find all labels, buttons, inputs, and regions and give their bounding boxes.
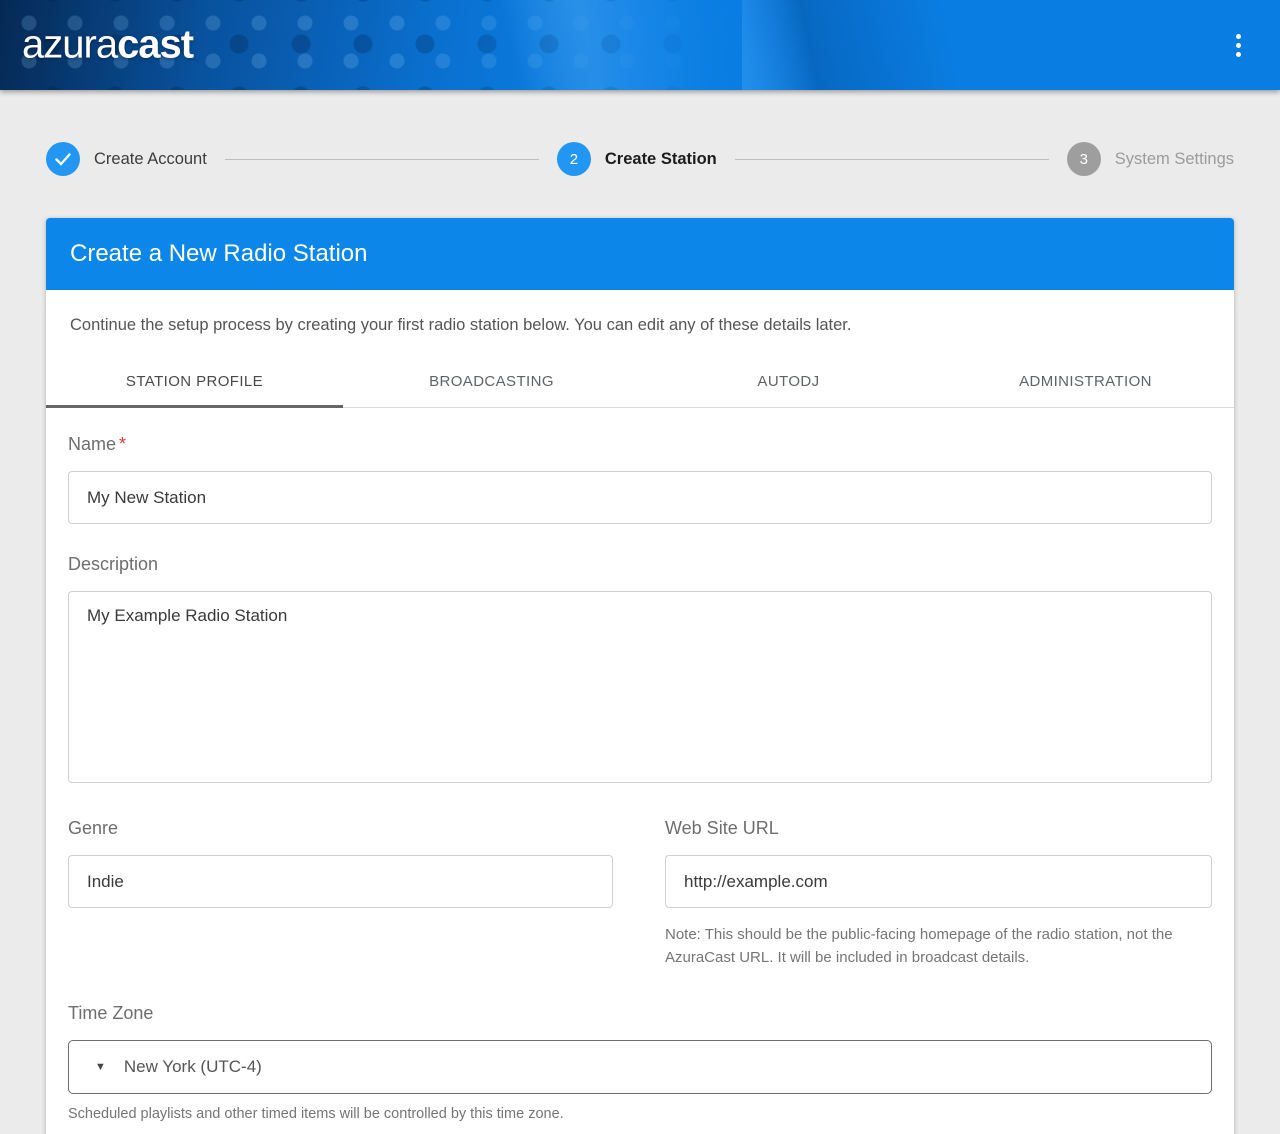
website-field-group: Web Site URL Note: This should be the pu… [665, 818, 1212, 969]
genre-field-group: Genre [68, 818, 613, 969]
name-label: Name* [68, 434, 1212, 455]
genre-label: Genre [68, 818, 613, 839]
tab-station-profile[interactable]: STATION PROFILE [46, 355, 343, 407]
step-label: Create Station [605, 150, 717, 169]
name-field-group: Name* [68, 434, 1212, 524]
timezone-label: Time Zone [68, 1003, 1212, 1024]
step-label: Create Account [94, 150, 207, 169]
step-system-settings[interactable]: 3 System Settings [1067, 142, 1234, 176]
stepper-connector [735, 159, 1049, 160]
active-tab-indicator [46, 405, 343, 408]
description-field-group: Description My Example Radio Station [68, 554, 1212, 788]
step-number-badge: 2 [557, 142, 591, 176]
tab-administration[interactable]: ADMINISTRATION [937, 355, 1234, 407]
check-icon [46, 142, 80, 176]
step-label: System Settings [1115, 150, 1234, 169]
card-title: Create a New Radio Station [46, 218, 1234, 290]
genre-input[interactable] [68, 855, 613, 908]
create-station-card: Create a New Radio Station Continue the … [46, 218, 1234, 1134]
kebab-menu-icon[interactable] [1224, 31, 1252, 59]
tab-autodj[interactable]: AUTODJ [640, 355, 937, 407]
timezone-help-text: Scheduled playlists and other timed item… [68, 1106, 1212, 1122]
website-input[interactable] [665, 855, 1212, 908]
stepper-connector [225, 159, 539, 160]
genre-website-row: Genre Web Site URL Note: This should be … [68, 818, 1212, 969]
required-asterisk: * [119, 434, 126, 454]
page-main: Create Account 2 Create Station 3 System… [0, 90, 1280, 1134]
timezone-selected-value: New York (UTC-4) [124, 1057, 262, 1077]
logo-text-azura: azura [22, 23, 117, 67]
card-intro-text: Continue the setup process by creating y… [46, 290, 1234, 355]
station-profile-form: Name* Description My Example Radio Stati… [46, 408, 1234, 1134]
description-label: Description [68, 554, 1212, 575]
step-create-account[interactable]: Create Account [46, 142, 207, 176]
tab-broadcasting[interactable]: BROADCASTING [343, 355, 640, 407]
website-note: Note: This should be the public-facing h… [665, 924, 1212, 969]
timezone-select[interactable]: ▼ New York (UTC-4) [68, 1040, 1212, 1094]
station-tabs: STATION PROFILE BROADCASTING AUTODJ ADMI… [46, 355, 1234, 408]
name-input[interactable] [68, 471, 1212, 524]
logo-text-cast: cast [117, 23, 193, 67]
website-label: Web Site URL [665, 818, 1212, 839]
app-header: azuracast [0, 0, 1280, 90]
step-create-station[interactable]: 2 Create Station [557, 142, 717, 176]
setup-stepper: Create Account 2 Create Station 3 System… [46, 138, 1234, 180]
azuracast-logo: azuracast [22, 23, 193, 68]
chevron-down-icon: ▼ [95, 1061, 106, 1073]
description-textarea[interactable]: My Example Radio Station [68, 591, 1212, 783]
timezone-field-group: Time Zone ▼ New York (UTC-4) Scheduled p… [68, 1003, 1212, 1122]
step-number-badge: 3 [1067, 142, 1101, 176]
